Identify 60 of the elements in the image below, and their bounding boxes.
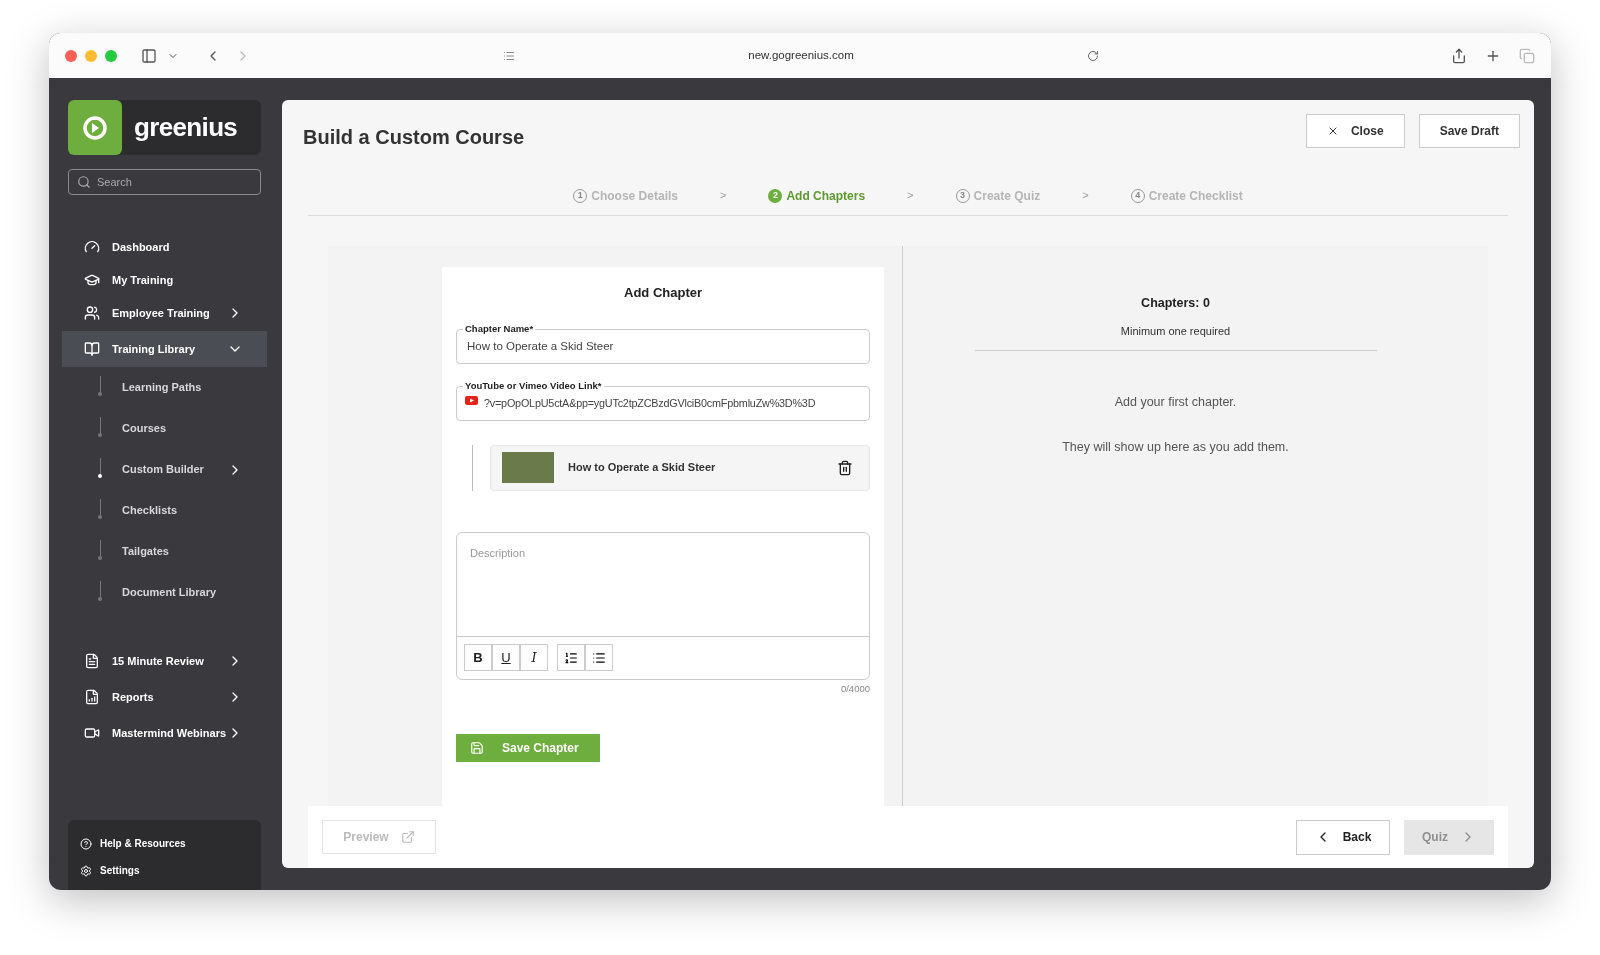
step-separator: > bbox=[907, 188, 914, 204]
field-value: ?v=pOpOLpU5ctA&pp=ygUTc2tpZCBzdGVlciB0cmFpbmluZw%3D%3D bbox=[484, 395, 816, 411]
sidebar-subitem[interactable]: Custom Builder bbox=[68, 449, 261, 490]
video-title: How to Operate a Skid Steer bbox=[568, 460, 717, 476]
sidebar-item[interactable]: Mastermind Webinars bbox=[62, 715, 267, 751]
bullet-list-icon bbox=[592, 650, 606, 665]
bullet-list-button[interactable] bbox=[585, 644, 613, 671]
description-editor[interactable]: Description B U I bbox=[456, 531, 870, 680]
logo-text: greenius bbox=[134, 111, 238, 144]
page-menu-icon bbox=[503, 49, 515, 62]
external-link-icon bbox=[400, 830, 415, 844]
trash-icon[interactable] bbox=[837, 459, 853, 476]
video-camera-icon bbox=[84, 725, 100, 741]
empty-text: They will show up here as you add them. bbox=[1062, 439, 1289, 456]
sidebar-subitem[interactable]: Learning Paths bbox=[68, 367, 261, 408]
numbered-list-icon bbox=[564, 650, 578, 665]
sidebar-footer-link[interactable]: Settings bbox=[80, 863, 249, 878]
sidebar-footer-link[interactable]: Help & Resources bbox=[80, 836, 249, 851]
page-title: Build a Custom Course bbox=[303, 125, 525, 150]
sidebar-item[interactable]: My Training bbox=[62, 265, 267, 295]
sidebar-subitem[interactable]: Courses bbox=[68, 408, 261, 449]
sidebar-toggle-icon[interactable] bbox=[141, 47, 157, 64]
video-thumbnail-placeholder bbox=[502, 452, 554, 483]
graduation-cap-icon bbox=[84, 272, 100, 288]
logo-mark-icon bbox=[68, 100, 122, 155]
form-heading: Add Chapter bbox=[623, 284, 703, 302]
step-separator: > bbox=[720, 188, 727, 204]
save-draft-button[interactable]: Save Draft bbox=[1418, 114, 1520, 148]
sidebar-item[interactable]: Training Library bbox=[62, 331, 267, 367]
sidebar-subitem[interactable]: Tailgates bbox=[68, 531, 261, 572]
chapters-count: Chapters: 0 bbox=[1141, 295, 1210, 312]
play-logo-icon bbox=[465, 395, 478, 405]
sidebar-item[interactable]: Employee Training bbox=[62, 295, 267, 331]
help-icon bbox=[80, 837, 92, 850]
sidebar-item[interactable]: Reports bbox=[62, 679, 267, 715]
sidebar-item[interactable]: Dashboard bbox=[62, 229, 267, 265]
empty-title: Add your first chapter. bbox=[1114, 394, 1237, 412]
reload-icon[interactable] bbox=[1087, 49, 1099, 62]
format-button[interactable]: U bbox=[492, 644, 520, 671]
search-field[interactable]: Search bbox=[68, 169, 261, 195]
share-icon[interactable] bbox=[1451, 47, 1467, 64]
sidebar-subitem[interactable]: Document Library bbox=[68, 572, 261, 613]
format-button[interactable]: B bbox=[464, 644, 492, 671]
format-button[interactable]: I bbox=[520, 644, 548, 671]
character-counter: 0/4000 bbox=[840, 681, 870, 696]
people-icon bbox=[84, 305, 100, 321]
book-icon bbox=[84, 341, 100, 357]
numbered-list-button[interactable] bbox=[557, 644, 585, 671]
settings-icon bbox=[80, 864, 92, 877]
close-button[interactable]: Close bbox=[1305, 114, 1405, 148]
address-bar[interactable]: new.gogreenius.com bbox=[491, 40, 1111, 71]
sidebar-item[interactable]: 15 Minute Review bbox=[62, 643, 267, 679]
document-icon bbox=[84, 653, 100, 669]
search-icon bbox=[77, 175, 91, 189]
back-button[interactable]: Back bbox=[1296, 819, 1390, 855]
step-separator: > bbox=[1082, 188, 1089, 204]
gauge-icon bbox=[84, 239, 100, 255]
sidebar-subitem[interactable]: Checklists bbox=[68, 490, 261, 531]
chapters-requirement: Minimum one required bbox=[1120, 323, 1231, 339]
report-icon bbox=[84, 689, 100, 705]
